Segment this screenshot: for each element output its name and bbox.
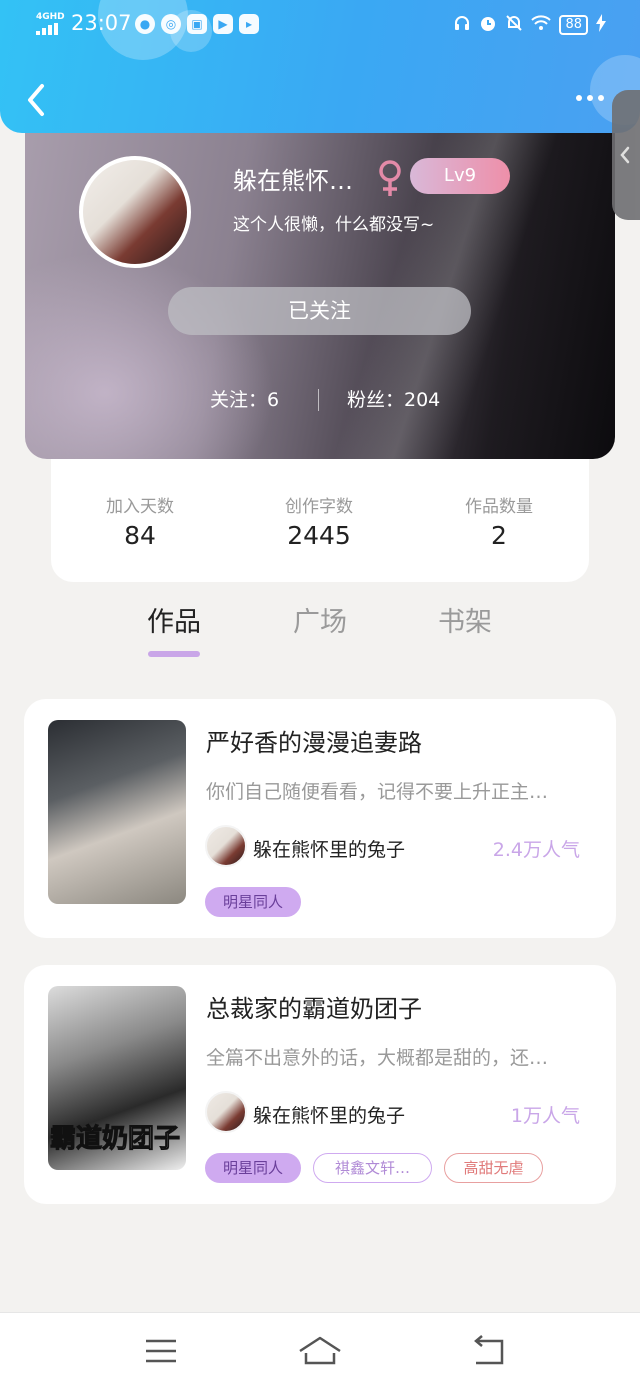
tab-square[interactable]: 广场 — [280, 600, 360, 657]
stat-works-count: 作品数量 2 — [429, 492, 569, 550]
author-avatar[interactable] — [205, 825, 247, 867]
stat-label: 加入天数 — [106, 497, 174, 517]
profile-avatar[interactable] — [79, 156, 191, 268]
stat-label: 作品数量 — [465, 497, 533, 517]
stat-value: 2445 — [287, 521, 351, 550]
work-card[interactable]: 霸道奶团子 总裁家的霸道奶团子 全篇不出意外的话，大概都是甜的，还… 躲在熊怀里… — [24, 965, 616, 1204]
page-bottom-spacer — [0, 1206, 640, 1312]
menu-button[interactable] — [140, 1335, 184, 1367]
home-button[interactable] — [298, 1335, 342, 1367]
work-cover-image[interactable] — [48, 720, 186, 904]
notification-app-icon: ▶ — [213, 14, 233, 34]
battery-level: 88 — [559, 15, 588, 35]
notification-app-icon: ▸ — [239, 14, 259, 34]
author-avatar[interactable] — [205, 1091, 247, 1133]
profile-bio: 这个人很懒，什么都没写~ — [233, 215, 435, 235]
fans-count[interactable]: 粉丝：204 — [347, 385, 440, 412]
status-icons-right: 88 — [453, 14, 606, 36]
work-title[interactable]: 总裁家的霸道奶团子 — [206, 989, 422, 1024]
stat-word-count: 创作字数 2445 — [249, 492, 389, 550]
status-time: 23:07 — [71, 11, 132, 35]
tab-label: 作品 — [147, 607, 201, 638]
work-description: 全篇不出意外的话，大概都是甜的，还… — [206, 1047, 549, 1069]
tab-works[interactable]: 作品 — [134, 600, 214, 657]
chevron-left-icon — [28, 84, 44, 116]
system-back-button[interactable] — [466, 1335, 510, 1367]
divider — [318, 389, 319, 411]
more-dot-icon — [587, 95, 593, 101]
notification-app-icon: ▣ — [187, 14, 207, 34]
work-author[interactable]: 躲在熊怀里的兔子 — [253, 835, 405, 862]
work-description: 你们自己随便看看，记得不要上升正主… — [206, 781, 549, 803]
wifi-icon — [531, 15, 552, 35]
stat-value: 84 — [124, 521, 156, 550]
work-author[interactable]: 躲在熊怀里的兔子 — [253, 1101, 405, 1128]
work-tag[interactable]: 祺鑫文轩… — [313, 1153, 432, 1183]
mute-icon — [505, 14, 523, 36]
more-dot-icon — [576, 95, 582, 101]
status-bar: 4GHD 23:07 ● ◎ ▣ ▶ ▸ 88 — [0, 0, 640, 50]
tab-bookshelf[interactable]: 书架 — [425, 600, 505, 657]
alarm-icon — [479, 14, 497, 36]
chevron-left-icon — [620, 146, 630, 164]
tab-label: 书架 — [438, 607, 492, 638]
work-popularity: 1万人气 — [510, 1105, 580, 1127]
stat-join-days: 加入天数 84 — [70, 492, 210, 550]
notification-app-icon: ● — [135, 14, 155, 34]
return-icon — [474, 1335, 504, 1365]
notification-icons: ● ◎ ▣ ▶ ▸ — [135, 14, 259, 34]
work-card[interactable]: 严好香的漫漫追妻路 你们自己随便看看，记得不要上升正主… 躲在熊怀里的兔子 2.… — [24, 699, 616, 938]
tab-label: 广场 — [293, 607, 347, 638]
home-icon — [299, 1336, 341, 1365]
more-options-button[interactable] — [576, 88, 612, 108]
work-cover-image[interactable]: 霸道奶团子 — [48, 986, 186, 1170]
following-count[interactable]: 关注：6 — [210, 385, 279, 412]
work-tag[interactable]: 高甜无虐 — [444, 1153, 543, 1183]
username: 躲在熊怀… — [233, 167, 353, 195]
tab-underline — [294, 651, 346, 657]
system-navigation-bar — [0, 1312, 640, 1387]
stat-label: 创作字数 — [285, 497, 353, 517]
headphones-icon — [453, 14, 471, 36]
wechat-icon: ◎ — [161, 14, 181, 34]
back-button[interactable] — [22, 80, 52, 120]
female-gender-icon — [379, 160, 401, 196]
work-tag[interactable]: 明星同人 — [205, 887, 301, 917]
stats-card: 加入天数 84 创作字数 2445 作品数量 2 — [51, 459, 589, 582]
network-type: 4GHD — [36, 12, 65, 22]
tab-underline — [148, 651, 200, 657]
more-dot-icon — [598, 95, 604, 101]
cover-title-text: 霸道奶团子 — [49, 1124, 181, 1155]
content-tabs: 作品 广场 书架 — [0, 600, 640, 660]
work-tag[interactable]: 明星同人 — [205, 1153, 301, 1183]
stat-value: 2 — [491, 521, 507, 550]
header-bar: 4GHD 23:07 ● ◎ ▣ ▶ ▸ 88 — [0, 0, 640, 133]
level-badge: Lv9 — [410, 158, 510, 194]
follow-stats: 关注：6 粉丝：204 — [25, 385, 615, 415]
menu-icon — [146, 1339, 176, 1363]
tab-underline — [439, 651, 491, 657]
signal-icon — [36, 23, 64, 35]
side-panel-handle[interactable] — [612, 90, 640, 220]
profile-card: 躲在熊怀… Lv9 这个人很懒，什么都没写~ 已关注 关注：6 粉丝：204 — [25, 133, 615, 459]
work-title[interactable]: 严好香的漫漫追妻路 — [206, 723, 422, 758]
follow-button[interactable]: 已关注 — [168, 287, 471, 335]
charging-icon — [596, 14, 606, 36]
work-popularity: 2.4万人气 — [492, 839, 580, 861]
